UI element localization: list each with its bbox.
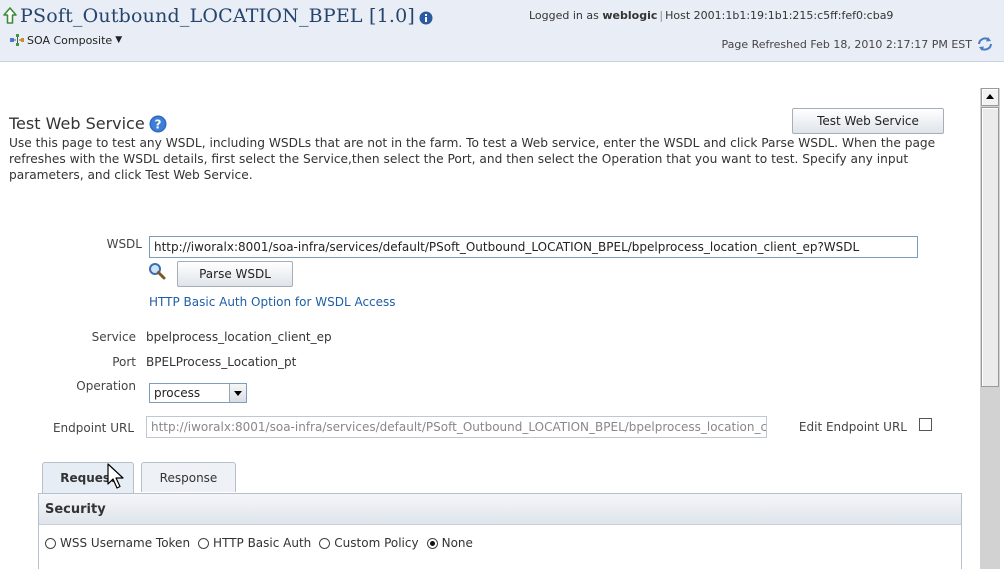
info-icon[interactable] bbox=[419, 11, 433, 25]
endpoint-url-label: Endpoint URL bbox=[52, 421, 134, 435]
tab-response[interactable]: Response bbox=[141, 462, 236, 492]
operation-select[interactable]: process bbox=[149, 383, 247, 403]
radio-custom-policy[interactable]: Custom Policy bbox=[319, 536, 419, 550]
radio-label: None bbox=[441, 536, 473, 550]
request-tab-panel: Security WSS Username Token HTTP Basic A… bbox=[38, 493, 962, 569]
radio-label: Custom Policy bbox=[334, 536, 419, 550]
edit-endpoint-url-label: Edit Endpoint URL bbox=[798, 420, 907, 434]
composite-icon bbox=[10, 34, 24, 46]
page-description: Use this page to test any WSDL, includin… bbox=[9, 136, 936, 182]
page-title: PSoft_Outbound_LOCATION_BPEL [1.0] bbox=[20, 5, 416, 27]
login-info: Logged in as weblogic | Host 2001:1b1:19:1… bbox=[529, 9, 894, 22]
radio-none[interactable]: None bbox=[426, 536, 473, 550]
chevron-down-icon: ▼ bbox=[115, 35, 123, 45]
endpoint-url-field: http://iworalx:8001/soa-infra/services/d… bbox=[146, 416, 767, 438]
help-icon[interactable]: ? bbox=[149, 115, 167, 133]
page-header: PSoft_Outbound_LOCATION_BPEL [1.0] Logge… bbox=[0, 0, 1004, 62]
soa-composite-menu[interactable]: SOA Composite ▼ bbox=[9, 33, 122, 47]
port-label: Port bbox=[112, 355, 136, 369]
http-basic-auth-link[interactable]: HTTP Basic Auth Option for WSDL Access bbox=[149, 295, 396, 309]
scroll-thumb[interactable] bbox=[981, 107, 999, 387]
security-heading: Security bbox=[45, 502, 106, 517]
radio-button[interactable] bbox=[426, 537, 438, 549]
port-value: BPELProcess_Location_pt bbox=[146, 355, 297, 369]
logged-in-prefix: Logged in as bbox=[529, 9, 599, 22]
radio-label: HTTP Basic Auth bbox=[213, 536, 312, 550]
title-row: PSoft_Outbound_LOCATION_BPEL [1.0] bbox=[2, 5, 433, 27]
service-value: bpelprocess_location_client_ep bbox=[146, 330, 332, 344]
service-label: Service bbox=[91, 330, 136, 344]
radio-http-basic-auth[interactable]: HTTP Basic Auth bbox=[198, 536, 311, 550]
section-title: Test Web Service ? bbox=[9, 114, 167, 133]
security-options: WSS Username Token HTTP Basic Auth Custo… bbox=[45, 536, 481, 550]
refresh-text: Page Refreshed Feb 18, 2010 2:17:17 PM E… bbox=[721, 37, 972, 51]
wsdl-label: WSDL bbox=[106, 237, 142, 251]
test-web-service-title: Test Web Service bbox=[9, 114, 145, 133]
username: weblogic bbox=[602, 9, 658, 22]
chevron-down-icon[interactable] bbox=[229, 384, 246, 402]
refresh-icon[interactable] bbox=[976, 36, 994, 52]
wsdl-input[interactable]: http://iworalx:8001/soa-infra/services/d… bbox=[149, 236, 918, 258]
radio-label: WSS Username Token bbox=[60, 536, 191, 550]
scroll-up-button[interactable] bbox=[981, 88, 999, 106]
soa-composite-label: SOA Composite bbox=[27, 33, 113, 47]
operation-selected-value: process bbox=[154, 386, 201, 400]
search-icon[interactable] bbox=[148, 262, 166, 280]
svg-text:?: ? bbox=[154, 117, 161, 131]
security-section-header: Security bbox=[39, 494, 961, 525]
vertical-scrollbar[interactable] bbox=[980, 88, 1000, 569]
parse-wsdl-button[interactable]: Parse WSDL bbox=[177, 261, 293, 287]
radio-button[interactable] bbox=[198, 537, 210, 549]
refresh-info: Page Refreshed Feb 18, 2010 2:17:17 PM E… bbox=[721, 36, 994, 52]
host-info: Host 2001:1b1:19:1b1:215:c5ff:fef0:cba9 bbox=[665, 9, 894, 22]
radio-wss-username-token[interactable]: WSS Username Token bbox=[45, 536, 190, 550]
tab-request[interactable]: Request bbox=[42, 462, 134, 493]
radio-button[interactable] bbox=[319, 537, 331, 549]
operation-label: Operation bbox=[76, 379, 136, 393]
test-web-service-button[interactable]: Test Web Service bbox=[792, 108, 944, 134]
home-arrow-icon[interactable] bbox=[2, 6, 18, 26]
edit-endpoint-url-checkbox[interactable] bbox=[919, 418, 932, 431]
radio-button[interactable] bbox=[45, 537, 56, 549]
